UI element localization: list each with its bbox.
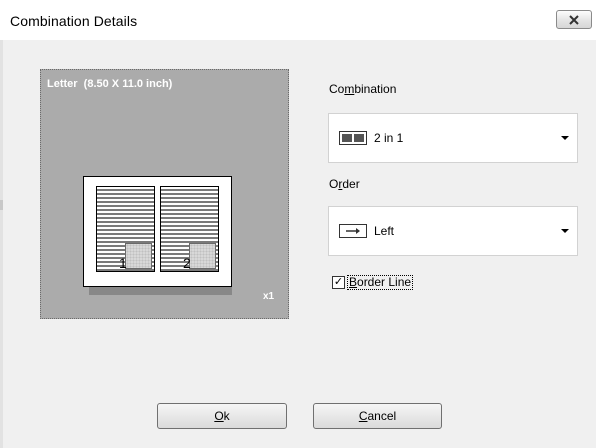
title-bar: Combination Details [0,0,596,40]
order-dropdown[interactable]: Left [328,206,578,256]
preview-page-2: 2 [160,186,219,272]
preview-page-1: 1 [96,186,155,272]
combination-label: Combination [329,82,397,96]
chevron-down-icon [561,229,569,233]
order-value: Left [374,224,395,238]
order-label: Order [329,177,360,191]
page-number: 2 [183,255,191,271]
paper-size-label: Letter (8.50 X 11.0 inch) [47,78,173,90]
preview-sheet: 1 2 [83,176,232,287]
window-left-edge [0,40,3,448]
border-line-label[interactable]: Border Line [347,275,414,290]
combination-dropdown[interactable]: 2 in 1 [328,113,578,163]
layout-preview: Letter (8.50 X 11.0 inch) 1 2 x1 [40,69,289,319]
close-x-icon [568,14,580,25]
border-line-checkbox[interactable]: ✓ [332,276,345,289]
two-in-one-layout-icon [339,131,367,145]
image-placeholder-icon [125,243,152,269]
close-button[interactable] [556,10,592,29]
combination-value: 2 in 1 [374,131,404,145]
dialog-title: Combination Details [10,13,138,29]
page-number: 1 [119,255,127,271]
right-arrow-icon [339,224,367,238]
image-placeholder-icon [189,243,216,269]
cancel-button[interactable]: Cancel [313,403,442,429]
chevron-down-icon [561,136,569,140]
copies-indicator: x1 [263,291,275,302]
combination-details-dialog: Combination Details Letter (8.50 X 11.0 … [0,0,596,448]
ok-button[interactable]: Ok [157,403,287,429]
